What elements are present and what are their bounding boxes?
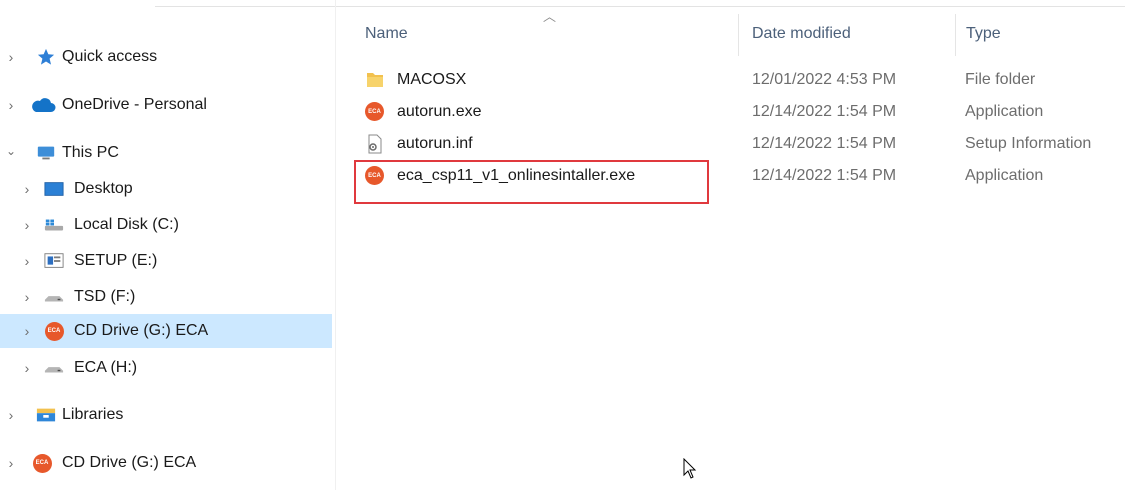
column-header-name[interactable]: Name <box>365 25 408 43</box>
chevron-right-icon[interactable]: › <box>4 407 18 423</box>
desktop-icon <box>44 180 64 198</box>
file-type: Application <box>965 167 1044 184</box>
nav-item-label: Libraries <box>62 406 124 423</box>
nav-item-quick-access[interactable]: › Quick access <box>0 40 332 74</box>
chevron-right-icon[interactable]: › <box>20 217 34 233</box>
file-row[interactable]: MACOSX 12/01/2022 4:53 PM File folder <box>355 64 1125 96</box>
column-separator[interactable] <box>955 14 956 56</box>
nav-item-label: SETUP (E:) <box>74 252 158 269</box>
column-header-date-modified[interactable]: Date modified <box>752 25 851 43</box>
file-type: Setup Information <box>965 135 1092 152</box>
column-header-type[interactable]: Type <box>966 25 1001 43</box>
file-row[interactable]: ECA autorun.exe 12/14/2022 1:54 PM Appli… <box>355 96 1125 128</box>
nav-item-desktop[interactable]: › Desktop <box>0 172 332 206</box>
drive-icon <box>44 216 64 234</box>
nav-item-tsd-f[interactable]: › TSD (F:) <box>0 280 332 314</box>
chevron-right-icon[interactable]: › <box>20 181 34 197</box>
file-name: autorun.exe <box>397 103 482 120</box>
file-date: 12/14/2022 1:54 PM <box>752 167 897 184</box>
nav-item-label: Desktop <box>74 180 133 197</box>
sort-ascending-icon: ︿ <box>543 9 557 24</box>
nav-item-label: TSD (F:) <box>74 288 136 305</box>
setup-drive-icon <box>44 252 64 270</box>
nav-item-setup-e[interactable]: › SETUP (E:) <box>0 244 332 278</box>
file-date: 12/14/2022 1:54 PM <box>752 135 897 152</box>
eca-icon: ECA <box>365 102 385 122</box>
drive-icon <box>44 359 64 377</box>
nav-item-label: Local Disk (C:) <box>74 216 179 233</box>
nav-item-label: CD Drive (G:) ECA <box>62 454 197 471</box>
drive-icon <box>44 288 64 306</box>
chevron-right-icon[interactable]: › <box>20 253 34 269</box>
eca-icon: ECA <box>44 321 64 341</box>
eca-icon: ECA <box>32 453 52 473</box>
settings-file-icon <box>365 134 385 154</box>
nav-item-label: This PC <box>62 144 119 161</box>
file-type: File folder <box>965 71 1036 88</box>
eca-badge: ECA <box>32 453 52 473</box>
chevron-right-icon[interactable]: › <box>4 455 18 471</box>
chevron-right-icon[interactable]: › <box>20 360 34 376</box>
eca-badge: ECA <box>365 102 384 121</box>
mouse-cursor-icon <box>683 457 697 485</box>
chevron-down-icon[interactable]: ⌄ <box>4 144 18 158</box>
file-name: MACOSX <box>397 71 467 88</box>
nav-item-local-disk-c[interactable]: › Local Disk (C:) <box>0 208 332 242</box>
cloud-icon <box>30 96 56 114</box>
file-date: 12/01/2022 4:53 PM <box>752 71 897 88</box>
computer-icon <box>36 144 56 162</box>
nav-item-label: Quick access <box>62 48 158 65</box>
chevron-right-icon[interactable]: › <box>20 323 34 339</box>
pane-divider[interactable] <box>335 0 336 490</box>
file-name: autorun.inf <box>397 135 473 152</box>
star-icon <box>36 48 56 66</box>
chevron-right-icon[interactable]: › <box>20 289 34 305</box>
nav-item-label: OneDrive - Personal <box>62 96 207 113</box>
file-date: 12/14/2022 1:54 PM <box>752 103 897 120</box>
column-separator[interactable] <box>738 14 739 56</box>
nav-item-this-pc[interactable]: ⌄ This PC <box>0 136 332 170</box>
nav-item-onedrive[interactable]: › OneDrive - Personal <box>0 88 332 122</box>
chevron-right-icon[interactable]: › <box>4 49 18 65</box>
libraries-icon <box>36 406 56 424</box>
file-type: Application <box>965 103 1044 120</box>
nav-item-eca-h[interactable]: › ECA (H:) <box>0 351 332 385</box>
nav-item-cd-drive-g[interactable]: › ECA CD Drive (G:) ECA <box>0 314 332 348</box>
nav-item-libraries[interactable]: › Libraries <box>0 398 332 432</box>
file-row[interactable]: autorun.inf 12/14/2022 1:54 PM Setup Inf… <box>355 128 1125 160</box>
nav-item-label: ECA (H:) <box>74 359 138 376</box>
chevron-right-icon[interactable]: › <box>4 97 18 113</box>
eca-badge: ECA <box>44 321 64 341</box>
nav-item-label: CD Drive (G:) ECA <box>74 322 209 339</box>
nav-item-cd-drive-g-root[interactable]: › ECA CD Drive (G:) ECA <box>0 446 332 480</box>
navigation-pane: › Quick access › OneDrive - Personal ⌄ T… <box>0 0 335 490</box>
highlight-box <box>354 160 709 204</box>
folder-icon <box>365 70 385 90</box>
